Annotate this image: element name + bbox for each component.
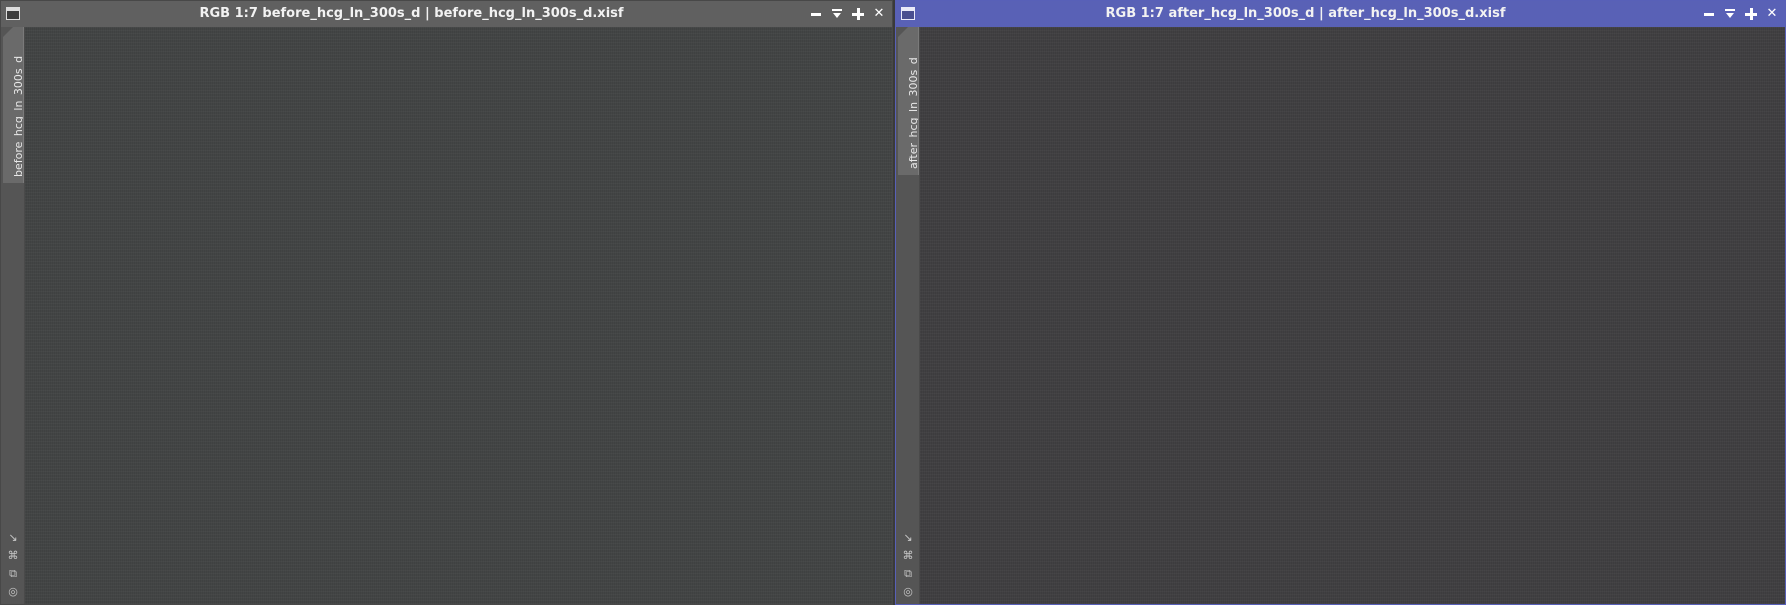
clone-icon[interactable]: ⧉ (7, 568, 19, 580)
minimize-icon[interactable] (809, 7, 823, 21)
minimize-icon[interactable] (1702, 7, 1716, 21)
fit-window-icon[interactable]: ⌘ (7, 550, 19, 562)
titlebar[interactable]: RGB 1:7 after_hcg_ln_300s_d | after_hcg_… (896, 1, 1785, 27)
image-viewport[interactable] (920, 27, 1785, 604)
maximize-icon[interactable] (1744, 7, 1758, 21)
view-side-panel: before_hcg_ln_300s_d ↘ ⌘ ⧉ ◎ (1, 27, 25, 604)
clone-icon[interactable]: ⧉ (902, 568, 914, 580)
window-menu-icon[interactable] (6, 7, 20, 20)
view-side-panel: after_hcg_ln_300s_d ↘ ⌘ ⧉ ◎ (896, 27, 920, 604)
tab-fold (3, 27, 13, 37)
target-icon[interactable]: ◎ (7, 586, 19, 598)
view-identifier-label: after_hcg_ln_300s_d (907, 57, 919, 169)
close-icon[interactable]: ✕ (1765, 7, 1779, 21)
window-controls: ✕ (809, 1, 886, 27)
window-menu-icon[interactable] (901, 7, 915, 20)
window-controls: ✕ (1702, 1, 1779, 27)
zoom-fit-icon[interactable]: ↘ (7, 532, 19, 544)
view-identifier-tab[interactable]: after_hcg_ln_300s_d (898, 27, 919, 175)
image-window-after[interactable]: RGB 1:7 after_hcg_ln_300s_d | after_hcg_… (895, 0, 1786, 605)
close-icon[interactable]: ✕ (872, 7, 886, 21)
tab-fold (898, 27, 908, 37)
shade-icon[interactable] (830, 7, 844, 21)
titlebar[interactable]: RGB 1:7 before_hcg_ln_300s_d | before_hc… (1, 1, 892, 27)
maximize-icon[interactable] (851, 7, 865, 21)
fit-window-icon[interactable]: ⌘ (902, 550, 914, 562)
view-identifier-label: before_hcg_ln_300s_d (12, 55, 24, 177)
image-window-before[interactable]: RGB 1:7 before_hcg_ln_300s_d | before_hc… (0, 0, 893, 605)
image-viewport[interactable] (25, 27, 892, 604)
window-title: RGB 1:7 before_hcg_ln_300s_d | before_hc… (199, 6, 624, 21)
view-identifier-tab[interactable]: before_hcg_ln_300s_d (3, 27, 24, 183)
window-title: RGB 1:7 after_hcg_ln_300s_d | after_hcg_… (1105, 6, 1506, 21)
shade-icon[interactable] (1723, 7, 1737, 21)
zoom-fit-icon[interactable]: ↘ (902, 532, 914, 544)
workspace: RGB 1:7 before_hcg_ln_300s_d | before_hc… (0, 0, 1786, 605)
target-icon[interactable]: ◎ (902, 586, 914, 598)
